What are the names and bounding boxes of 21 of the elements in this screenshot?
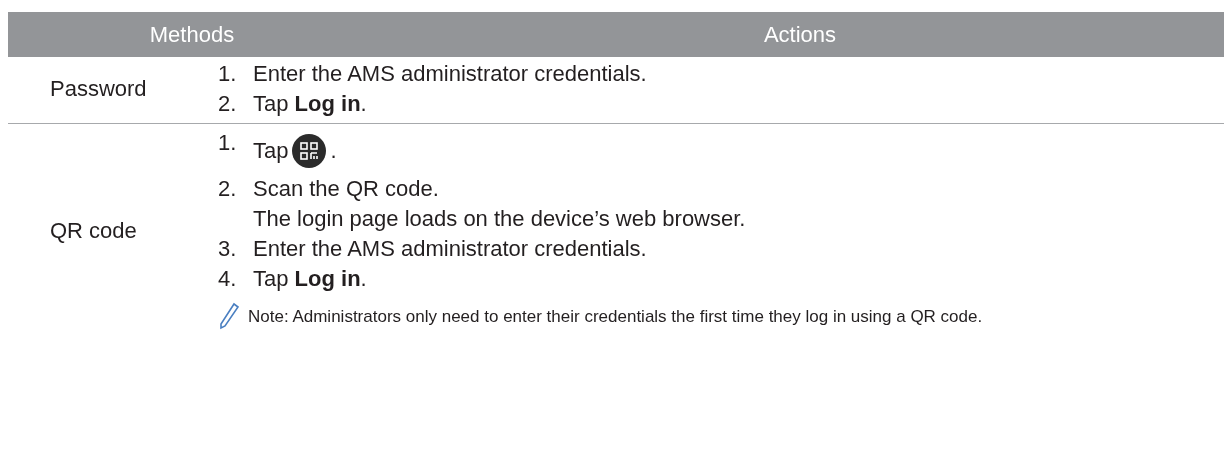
step-number: 2. bbox=[218, 90, 238, 118]
method-cell-text: QR code bbox=[49, 218, 138, 244]
note-text: Note: Administrators only need to enter their credentials the first time they log in using a QR code. bbox=[248, 306, 984, 328]
column-header: Methods bbox=[148, 21, 236, 48]
step-number: 1. bbox=[218, 129, 238, 157]
pencil-icon bbox=[218, 302, 240, 330]
step-text: Enter the AMS administrator credentials. bbox=[253, 60, 647, 88]
step-text: Tap Log in. bbox=[253, 90, 367, 118]
step-number: 2. bbox=[218, 175, 238, 203]
step-number: 4. bbox=[218, 265, 238, 293]
step-text: Scan the QR code. bbox=[253, 175, 440, 203]
column-header: Actions bbox=[762, 21, 838, 48]
step-text: Tap Log in. bbox=[253, 265, 367, 293]
step-number: 3. bbox=[218, 235, 238, 263]
step-text: . bbox=[330, 137, 337, 165]
method-cell-text: Password bbox=[49, 76, 148, 102]
step-number: 1. bbox=[218, 60, 238, 88]
step-text: Tap bbox=[253, 137, 289, 165]
step-detail: The login page loads on the device’s web browser. bbox=[253, 205, 746, 233]
step-text: Enter the AMS administrator credentials. bbox=[253, 235, 647, 263]
qr-code-icon bbox=[292, 134, 327, 168]
